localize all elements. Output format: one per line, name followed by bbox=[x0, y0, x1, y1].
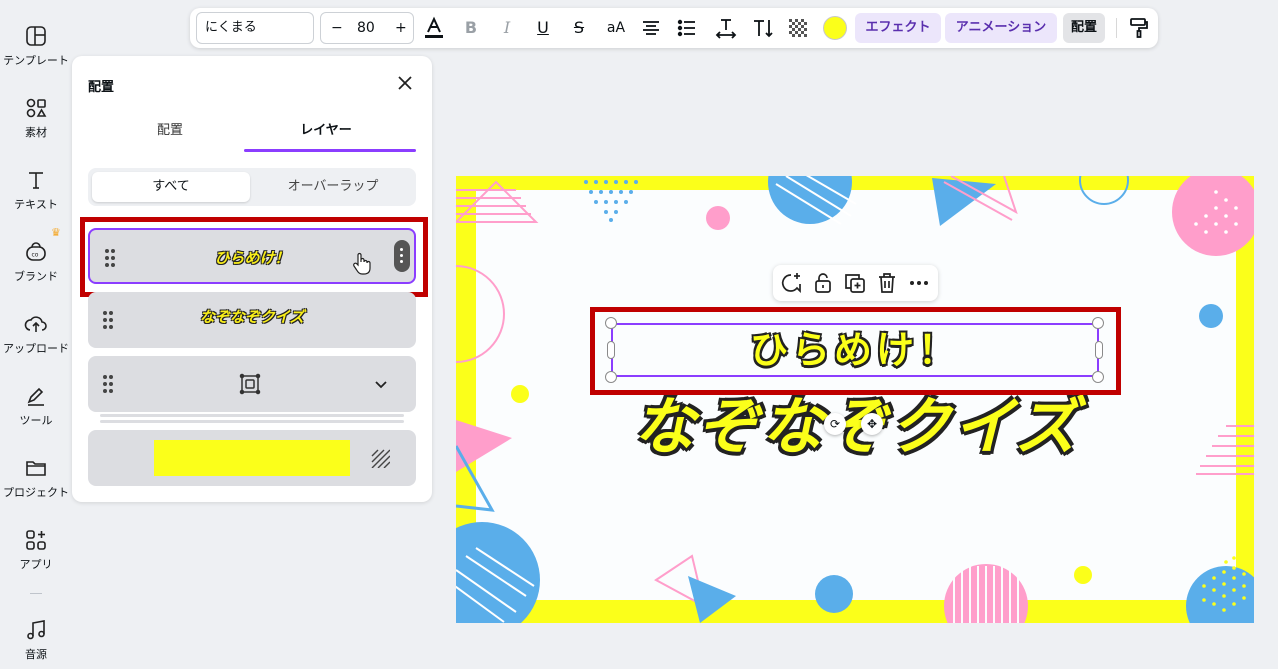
align-center-icon bbox=[643, 21, 659, 35]
rail-label: テンプレート bbox=[3, 54, 69, 67]
comment-add-icon[interactable] bbox=[779, 271, 803, 295]
rail-label: アップロード bbox=[3, 342, 69, 355]
group-stack-line bbox=[100, 420, 404, 423]
rail-label: ツール bbox=[19, 414, 53, 427]
animation-button[interactable]: アニメーション bbox=[945, 13, 1057, 43]
color-swatch[interactable] bbox=[823, 16, 847, 40]
filter-all-button[interactable]: すべて bbox=[92, 172, 250, 202]
brand-icon: co bbox=[26, 242, 46, 261]
rail-item-templates[interactable]: テンプレート bbox=[0, 24, 72, 68]
rail-item-brand[interactable]: co ブランド bbox=[0, 240, 72, 284]
rail-label: プロジェクト bbox=[3, 486, 69, 499]
close-icon[interactable] bbox=[396, 74, 414, 92]
rail-label: アプリ bbox=[19, 558, 53, 571]
font-size-increase[interactable]: + bbox=[395, 13, 407, 43]
position-button[interactable]: 配置 bbox=[1063, 13, 1105, 43]
active-tab-indicator bbox=[244, 149, 416, 152]
chevron-down-icon[interactable] bbox=[374, 377, 388, 391]
rail-item-upload[interactable]: アップロード bbox=[0, 312, 72, 356]
move-icon[interactable]: ✥ bbox=[861, 413, 883, 435]
layer-item-group[interactable] bbox=[88, 356, 416, 412]
font-size-decrease[interactable]: − bbox=[331, 13, 343, 43]
annotation-highlight-panel bbox=[80, 217, 428, 297]
annotation-highlight-canvas bbox=[590, 307, 1121, 395]
layer-preview-text: なぞなぞクイズ bbox=[199, 308, 305, 326]
upload-icon bbox=[24, 316, 47, 332]
svg-text:co: co bbox=[32, 252, 39, 259]
template-icon bbox=[26, 26, 46, 46]
font-size-stepper: − 80 + bbox=[320, 12, 414, 44]
align-button[interactable] bbox=[639, 16, 663, 40]
element-action-bar bbox=[773, 265, 938, 301]
text-icon bbox=[29, 172, 43, 189]
rail-item-tools[interactable]: ツール bbox=[0, 384, 72, 428]
position-panel: 配置 配置 レイヤー すべて オーバーラップ ひらめけ！ なぞなぞクイズ bbox=[72, 56, 432, 502]
tools-icon bbox=[27, 387, 44, 406]
italic-button[interactable]: I bbox=[495, 16, 519, 40]
strikethrough-button[interactable]: S bbox=[567, 16, 591, 40]
more-options-icon[interactable] bbox=[907, 271, 931, 295]
rail-divider bbox=[30, 593, 42, 594]
folder-icon bbox=[26, 461, 46, 476]
layer-item-background[interactable] bbox=[88, 430, 416, 486]
bold-button[interactable]: B bbox=[459, 16, 483, 40]
list-button[interactable] bbox=[675, 16, 699, 40]
drag-handle-icon[interactable] bbox=[102, 310, 114, 330]
transparency-button[interactable] bbox=[786, 16, 810, 40]
elements-icon bbox=[26, 98, 47, 118]
filter-overlap-button[interactable]: オーバーラップ bbox=[254, 172, 412, 202]
letter-case-button[interactable]: aA bbox=[602, 16, 630, 40]
effects-button[interactable]: エフェクト bbox=[855, 13, 941, 43]
paint-roller-icon bbox=[1130, 18, 1148, 38]
trash-icon[interactable] bbox=[875, 271, 899, 295]
background-swatch bbox=[154, 440, 350, 476]
group-stack-line bbox=[100, 414, 404, 417]
layer-item-nazonazo[interactable]: なぞなぞクイズ bbox=[88, 292, 416, 348]
text-toolbar: にくまる − 80 + B I U S aA エフェクト アニメーション 配置 bbox=[190, 8, 1158, 48]
rail-item-apps[interactable]: アプリ bbox=[0, 528, 72, 572]
underline-button[interactable]: U bbox=[531, 16, 555, 40]
rail-item-elements[interactable]: 素材 bbox=[0, 96, 72, 140]
font-select[interactable]: にくまる bbox=[196, 12, 314, 44]
rail-item-music[interactable]: 音源 bbox=[0, 618, 72, 662]
group-icon bbox=[239, 373, 261, 395]
tab-layers[interactable]: レイヤー bbox=[244, 116, 408, 152]
canvas-text-nazonazo[interactable]: なぞなぞクイズ bbox=[596, 390, 1116, 464]
font-size-value[interactable]: 80 bbox=[357, 13, 375, 43]
apps-icon bbox=[26, 530, 46, 550]
vertical-text-button[interactable] bbox=[751, 16, 775, 40]
rail-label: テキスト bbox=[14, 198, 58, 211]
spacing-icon bbox=[715, 19, 737, 39]
panel-title: 配置 bbox=[88, 80, 115, 95]
panel-tabs: 配置 レイヤー bbox=[88, 116, 416, 152]
rail-label: 素材 bbox=[25, 126, 47, 139]
crown-icon: ♛ bbox=[51, 226, 61, 239]
vertical-text-icon bbox=[754, 20, 773, 38]
text-color-button[interactable] bbox=[422, 16, 446, 40]
toolbar-divider bbox=[1116, 18, 1117, 38]
text-color-icon bbox=[425, 16, 443, 38]
checkerboard-icon bbox=[789, 19, 807, 37]
music-icon bbox=[27, 620, 45, 640]
transparency-icon bbox=[371, 449, 390, 468]
rail-item-projects[interactable]: プロジェクト bbox=[0, 456, 72, 500]
duplicate-icon[interactable] bbox=[843, 271, 867, 295]
rotate-icon[interactable]: ⟳ bbox=[824, 413, 846, 435]
rail-item-text[interactable]: テキスト bbox=[0, 168, 72, 212]
rail-label: ブランド bbox=[14, 270, 58, 283]
spacing-button[interactable] bbox=[714, 16, 738, 40]
tab-position[interactable]: 配置 bbox=[88, 116, 252, 152]
left-rail: テンプレート 素材 テキスト ♛ co ブランド アップロード ツール プロジェ… bbox=[0, 0, 72, 669]
layer-filter: すべて オーバーラップ bbox=[88, 168, 416, 206]
copy-style-button[interactable] bbox=[1127, 16, 1151, 40]
drag-handle-icon[interactable] bbox=[102, 374, 114, 394]
list-icon bbox=[677, 19, 695, 37]
lock-icon[interactable] bbox=[811, 271, 835, 295]
rail-label: 音源 bbox=[25, 648, 47, 661]
